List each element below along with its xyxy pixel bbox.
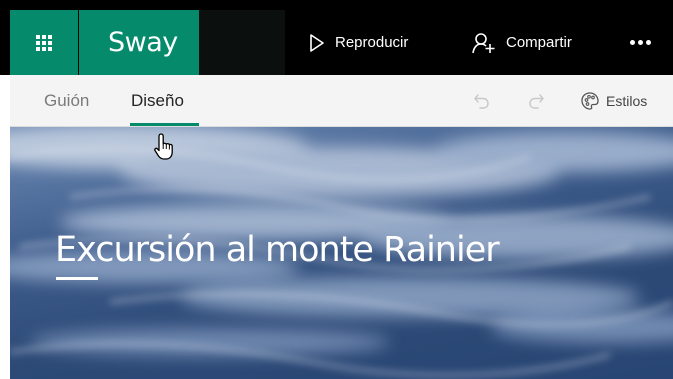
title-accent-line: [56, 277, 98, 280]
more-options-button[interactable]: [630, 10, 651, 75]
play-button[interactable]: Reproducir: [309, 10, 408, 75]
share-person-icon: [472, 32, 495, 53]
redo-icon: [529, 94, 544, 109]
active-tab-indicator: [130, 123, 199, 126]
app-name[interactable]: Sway: [79, 10, 199, 75]
share-label: Compartir: [506, 34, 572, 51]
undo-icon: [474, 94, 489, 109]
app-launcher-button[interactable]: [10, 10, 78, 75]
sway-window: Sway Reproducir Compartir Guión Diseño E…: [0, 0, 673, 379]
styles-button[interactable]: Estilos: [580, 75, 647, 127]
styles-label: Estilos: [606, 93, 648, 109]
undo-button[interactable]: [473, 75, 491, 127]
play-icon: [310, 33, 324, 52]
redo-button[interactable]: [527, 75, 545, 127]
more-ellipsis-icon: [630, 40, 651, 45]
waffle-icon: [36, 34, 52, 51]
sway-title[interactable]: Excursión al monte Rainier: [55, 230, 500, 270]
sway-canvas-card[interactable]: Excursión al monte Rainier: [10, 127, 673, 379]
app-bar-separator: [199, 10, 285, 75]
share-button[interactable]: Compartir: [472, 10, 572, 75]
hand-pointer-cursor-icon: [154, 133, 173, 160]
tab-guion[interactable]: Guión: [44, 75, 89, 127]
editor-toolbar: Guión Diseño Estilos: [10, 75, 673, 127]
play-label: Reproducir: [335, 34, 409, 51]
tab-diseno[interactable]: Diseño: [131, 75, 184, 127]
palette-icon: [581, 92, 599, 110]
